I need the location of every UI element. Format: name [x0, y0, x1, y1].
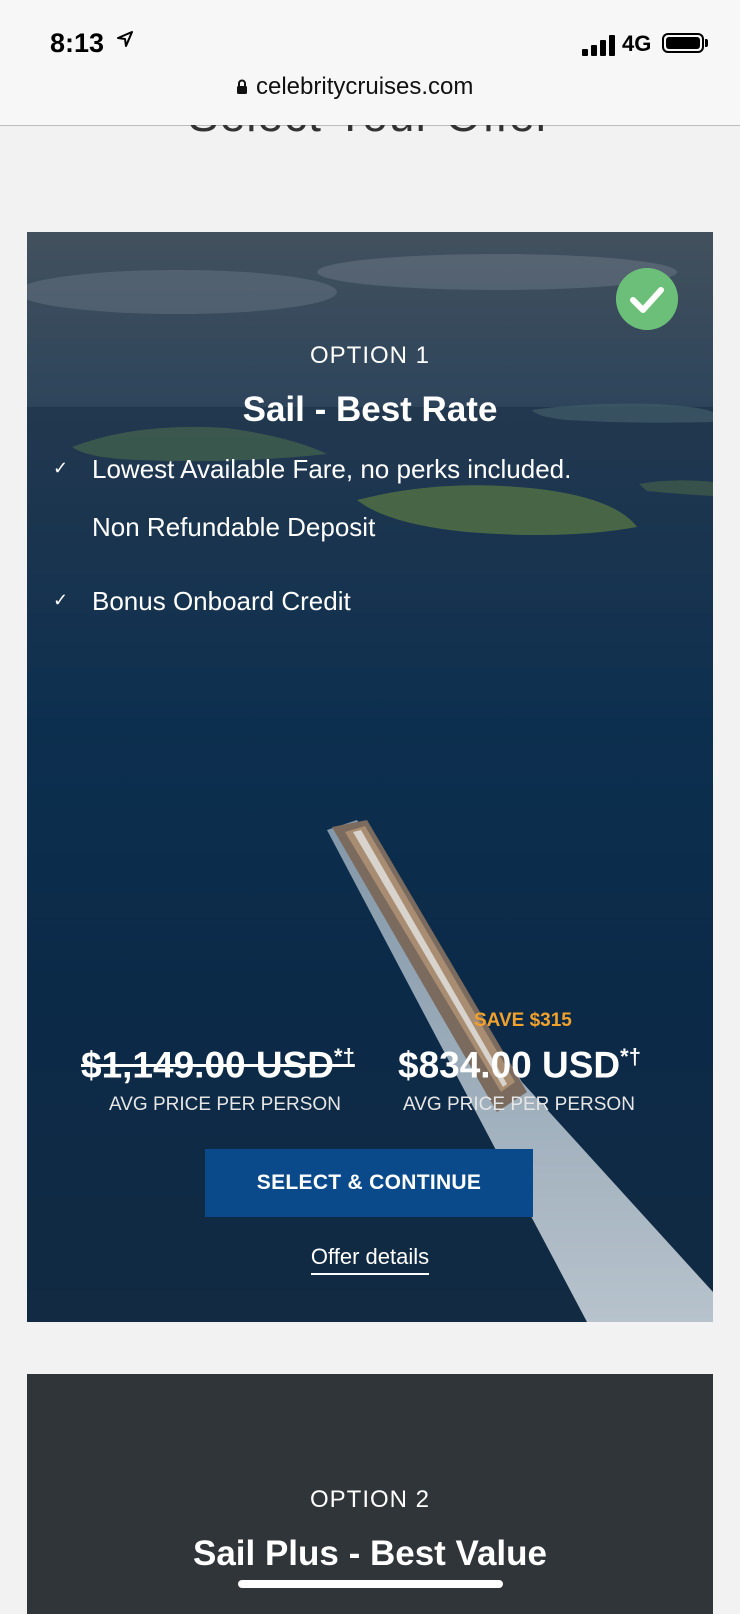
selected-checkmark-icon: [616, 268, 678, 330]
sale-price: $834.00 USD*†: [398, 1044, 641, 1086]
savings-badge: SAVE $315: [474, 1010, 572, 1031]
offer-title: Sail Plus - Best Value: [192, 1534, 548, 1573]
select-and-continue-button[interactable]: SELECT & CONTINUE: [205, 1149, 533, 1217]
option-label: OPTION 2: [309, 1486, 431, 1513]
lock-icon: [237, 79, 247, 94]
battery-tip: [705, 39, 708, 47]
sale-price-caption: AVG PRICE PER PERSON: [403, 1094, 635, 1115]
network-type: 4G: [622, 31, 652, 56]
address-bar-url[interactable]: celebritycruises.com: [256, 73, 473, 101]
offer-title: Sail - Best Rate: [242, 390, 498, 429]
offer-details-link[interactable]: Offer details: [310, 1244, 430, 1275]
offer-card-option-2[interactable]: OPTION 2 Sail Plus - Best Value: [27, 1374, 713, 1614]
original-price: $1,149.00 USD*†: [81, 1044, 355, 1086]
signal-icon: [582, 34, 618, 56]
checkmark-icon: ✓: [53, 590, 69, 610]
price-footnote-marks: *†: [334, 1044, 355, 1069]
option-label: OPTION 1: [309, 342, 431, 369]
checkmark-icon: ✓: [53, 458, 69, 478]
location-arrow-icon: [117, 30, 133, 53]
price-footnote-marks: *†: [620, 1044, 641, 1069]
home-indicator[interactable]: [238, 1580, 503, 1588]
feature-item: Lowest Available Fare, no perks included…: [92, 454, 572, 484]
battery-icon: [662, 33, 704, 53]
status-bar: 8:13 4G celebritycruises.com: [0, 0, 740, 126]
offer-card-option-1[interactable]: OPTION 1 Sail - Best Rate ✓ Lowest Avail…: [27, 232, 713, 1322]
offer-details-container: Offer details: [27, 1244, 713, 1275]
original-price-caption: AVG PRICE PER PERSON: [109, 1094, 341, 1115]
clock: 8:13: [50, 28, 105, 58]
feature-item: Non Refundable Deposit: [92, 512, 376, 542]
feature-item: Bonus Onboard Credit: [92, 586, 351, 616]
